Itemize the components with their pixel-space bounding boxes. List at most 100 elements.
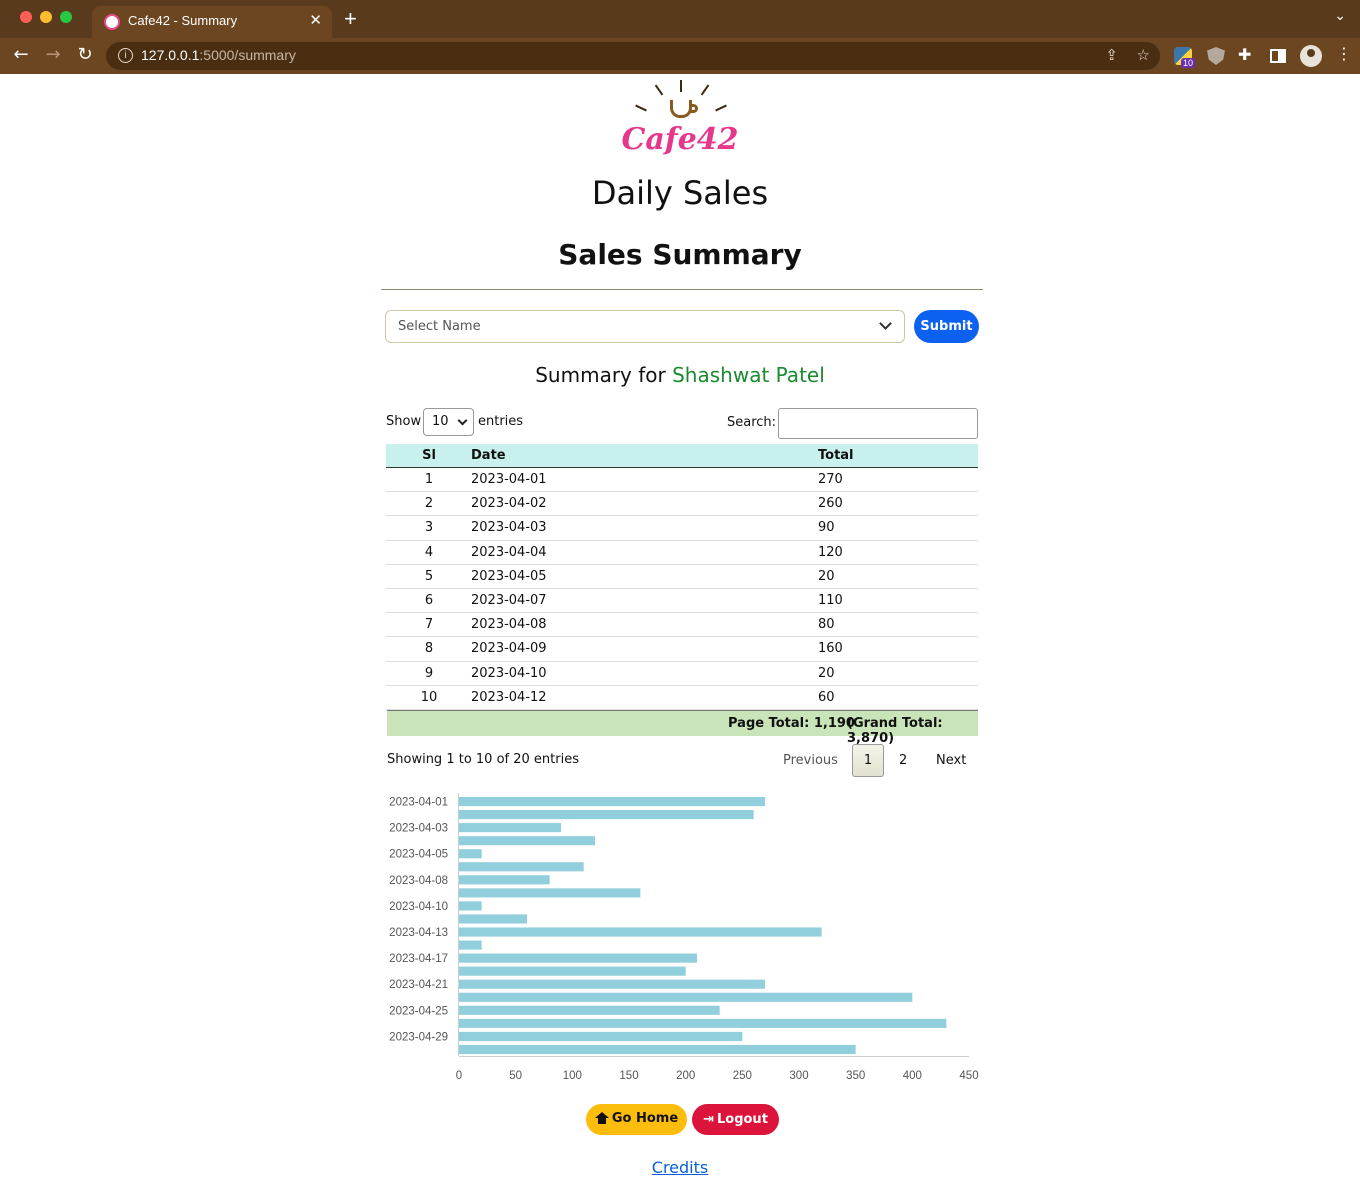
cell-sl: 1 (424, 472, 434, 487)
page-subtitle: Sales Summary (558, 238, 802, 271)
side-panel-icon[interactable] (1270, 49, 1286, 63)
logo-ray (635, 104, 647, 112)
cell-sl: 10 (420, 689, 438, 705)
chart-bar (459, 810, 754, 820)
chart-bar (459, 966, 686, 976)
entries-label: entries (478, 414, 524, 429)
page-total: Page Total: 1,190 (728, 716, 855, 731)
table-row: 7 2023-04-08 80 (386, 613, 978, 638)
table-row: 8 2023-04-09 160 (386, 637, 978, 662)
new-tab-icon[interactable]: + (344, 6, 357, 32)
menu-kebab-icon[interactable]: ⋮ (1336, 44, 1352, 63)
credits-link[interactable]: Credits (0, 1158, 1360, 1177)
summary-person-name: Shashwat Patel (672, 363, 825, 387)
cell-date: 2023-04-07 (471, 592, 547, 608)
chart-y-tick-label: 2023-04-13 (389, 927, 448, 939)
chart-x-tick-label: 450 (959, 1070, 978, 1082)
entries-select-value: 10 (432, 414, 449, 429)
table-row: 5 2023-04-05 20 (386, 565, 978, 589)
chart-y-tick-label: 2023-04-21 (389, 979, 448, 991)
chart-bar (459, 940, 482, 950)
pagination-info: Showing 1 to 10 of 20 entries (387, 752, 579, 767)
profile-avatar-icon[interactable] (1300, 45, 1322, 67)
cell-date: 2023-04-09 (471, 641, 547, 657)
site-info-icon[interactable]: i (118, 48, 133, 63)
cell-sl: 2 (424, 496, 434, 512)
chart-bar (459, 862, 584, 872)
cell-date: 2023-04-12 (471, 689, 547, 705)
chart-x-tick-label: 400 (903, 1070, 922, 1082)
back-icon[interactable]: ← (9, 44, 33, 65)
search-label: Search: (727, 415, 777, 430)
chart-bar (459, 927, 822, 937)
home-icon (594, 1112, 609, 1125)
chart-bar (459, 849, 482, 859)
cell-total: 160 (818, 641, 843, 657)
cell-total: 110 (818, 592, 843, 608)
name-select[interactable]: Select Name (385, 310, 905, 343)
extensions-puzzle-icon[interactable]: ✚ (1238, 45, 1256, 64)
chart-bar (459, 1031, 743, 1041)
go-home-button[interactable]: Go Home (586, 1104, 687, 1135)
pagination-page-2[interactable]: 2 (899, 753, 907, 768)
chart-x-tick-label: 150 (619, 1070, 638, 1082)
chart-bar (459, 888, 641, 898)
share-icon[interactable]: ⇪ (1105, 46, 1118, 64)
shield-extension-icon[interactable] (1207, 47, 1225, 65)
minimize-window-button[interactable] (40, 11, 52, 23)
coffee-cup-handle (690, 104, 698, 113)
bookmark-star-icon[interactable]: ☆ (1137, 46, 1150, 64)
chart-y-tick-label: 2023-04-25 (389, 1005, 448, 1017)
reload-icon[interactable]: ↻ (73, 44, 97, 65)
chart-bar (459, 979, 765, 989)
cell-total: 20 (818, 665, 835, 681)
chart-bar (459, 914, 527, 924)
forward-icon[interactable]: → (41, 44, 65, 65)
cell-total: 120 (818, 544, 843, 560)
table-footer-totals: Page Total: 1,190 (Grand Total: 3,870) (387, 710, 978, 746)
logout-button[interactable]: ⇥ Logout (692, 1104, 779, 1135)
table-row: 6 2023-04-07 110 (386, 589, 978, 614)
cell-sl: 3 (424, 520, 434, 536)
browser-tab[interactable]: Cafe42 - Summary ✕ (92, 6, 332, 38)
table-row: 1 2023-04-01 270 (386, 468, 978, 493)
chart-y-tick-label: 2023-04-08 (389, 875, 448, 887)
chart-x-tick-label: 50 (509, 1070, 522, 1082)
pagination-page-1[interactable]: 1 (852, 744, 884, 777)
pagination-next[interactable]: Next (936, 753, 966, 768)
url-text[interactable]: 127.0.0.1:5000/summary (141, 47, 296, 63)
address-bar[interactable]: i 127.0.0.1:5000/summary ⇪ ☆ (106, 42, 1160, 70)
column-header-sl[interactable]: Sl (414, 448, 444, 463)
tab-close-icon[interactable]: ✕ (309, 11, 322, 29)
chart-bar (459, 1018, 947, 1028)
table-row: 10 2023-04-12 60 (386, 686, 978, 710)
cell-sl: 5 (424, 568, 434, 584)
close-window-button[interactable] (20, 11, 32, 23)
column-header-total[interactable]: Total (818, 448, 854, 463)
cell-total: 80 (818, 617, 835, 633)
chart-x-tick-label: 200 (676, 1070, 695, 1082)
table-row: 9 2023-04-10 20 (386, 662, 978, 686)
column-header-date[interactable]: Date (471, 448, 506, 463)
submit-button[interactable]: Submit (914, 310, 979, 343)
favicon-icon (104, 14, 120, 30)
logo-ray (700, 84, 710, 96)
cell-date: 2023-04-03 (471, 520, 547, 536)
cell-date: 2023-04-01 (471, 472, 547, 487)
chart-x-tick-label: 300 (789, 1070, 808, 1082)
logo-ray (680, 80, 682, 92)
cell-date: 2023-04-02 (471, 496, 547, 512)
entries-per-page-select[interactable]: 10 (423, 408, 474, 436)
chart-bar (459, 992, 913, 1002)
maximize-window-button[interactable] (60, 11, 72, 23)
tab-search-icon[interactable]: ⌄ (1334, 8, 1346, 24)
logo-ray (654, 84, 664, 96)
sales-bar-chart: 2023-04-01 2023-04-03 2023-04-05 2023-04-08… (389, 793, 979, 1082)
cell-sl: 6 (424, 592, 434, 608)
search-input[interactable] (778, 408, 978, 439)
summary-prefix: Summary for (535, 363, 666, 387)
table-row: 2 2023-04-02 260 (386, 492, 978, 517)
cell-total: 60 (818, 689, 835, 705)
pagination-previous[interactable]: Previous (783, 753, 838, 768)
browser-toolbar: ← → ↻ i 127.0.0.1:5000/summary ⇪ ☆ 10 ✚ … (0, 38, 1360, 74)
